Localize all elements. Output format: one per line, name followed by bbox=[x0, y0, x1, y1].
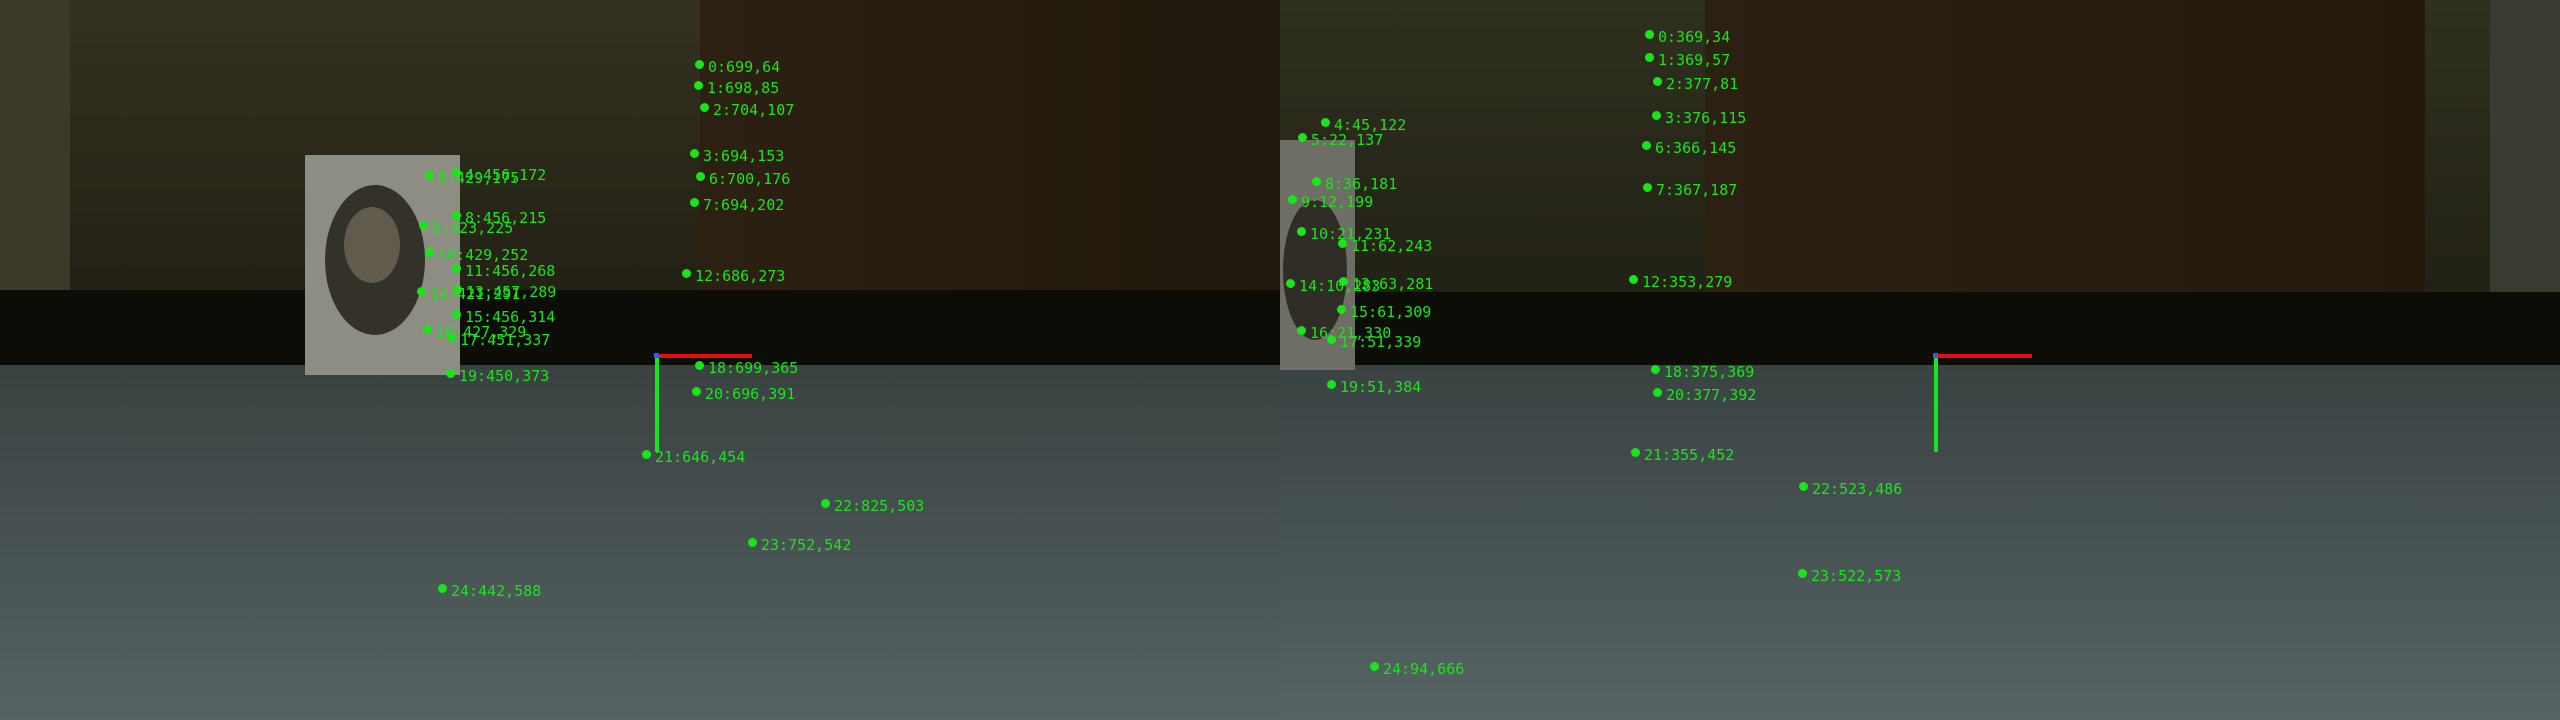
left-keypoint-dot bbox=[748, 538, 757, 547]
right-keypoint-label: 24:94,666 bbox=[1383, 660, 1465, 678]
right-keypoint-label: 2:377,81 bbox=[1666, 75, 1739, 93]
left-keypoint-dot bbox=[447, 333, 456, 342]
left-keypoint-label: 24:442,588 bbox=[451, 582, 542, 600]
right-keypoint-dot bbox=[1337, 305, 1346, 314]
right-keypoint-dot bbox=[1653, 388, 1662, 397]
right-keypoint-label: 23:522,573 bbox=[1811, 567, 1902, 585]
right-keypoint-dot bbox=[1312, 177, 1321, 186]
right-keypoint-dot bbox=[1327, 335, 1336, 344]
right-keypoint-dot bbox=[1298, 133, 1307, 142]
left-keypoint-label: 22:825,503 bbox=[834, 497, 925, 515]
left-keypoint-dot bbox=[423, 325, 432, 334]
right-keypoint-label: 0:369,34 bbox=[1658, 28, 1731, 46]
right-keypoint-dot bbox=[1327, 380, 1336, 389]
left-keypoint-dot bbox=[696, 172, 705, 181]
right-keypoint-label: 5:22,137 bbox=[1311, 131, 1384, 149]
left-keypoint-label: 7:694,202 bbox=[703, 196, 785, 214]
left-keypoint-label: 19:450,373 bbox=[459, 367, 550, 385]
left-keypoint-dot bbox=[425, 248, 434, 257]
left-keypoint-dot bbox=[690, 198, 699, 207]
left-keypoint-dot bbox=[417, 287, 426, 296]
right-keypoint-label: 14:10,283 bbox=[1299, 277, 1381, 295]
right-keypoint-label: 7:367,187 bbox=[1656, 181, 1738, 199]
left-keypoint-label: 6:700,176 bbox=[709, 170, 791, 188]
left-keypoint-label: 2:704,107 bbox=[713, 101, 795, 119]
left-keypoint-label: 5:429,175 bbox=[438, 169, 520, 187]
right-keypoint-dot bbox=[1645, 30, 1654, 39]
right-keypoint-dot bbox=[1321, 118, 1330, 127]
right-keypoint-label: 1:369,57 bbox=[1658, 51, 1731, 69]
right-keypoint-label: 9:12,199 bbox=[1301, 193, 1374, 211]
left-keypoint-dot bbox=[642, 450, 651, 459]
right-keypoint-dot bbox=[1631, 448, 1640, 457]
left-keypoint-layer: 0:699,64 1:698,85 2:704,107 3:694,153 4:456,… bbox=[0, 0, 1280, 720]
right-keypoint-dot bbox=[1297, 326, 1306, 335]
left-keypoint-dot bbox=[419, 221, 428, 230]
right-keypoint-dot bbox=[1798, 569, 1807, 578]
left-keypoint-dot bbox=[425, 171, 434, 180]
left-keypoint-dot bbox=[452, 310, 461, 319]
right-keypoint-label: 8:36,181 bbox=[1325, 175, 1398, 193]
left-keypoint-label: 12:686,273 bbox=[695, 267, 786, 285]
left-keypoint-dot bbox=[690, 149, 699, 158]
right-keypoint-label: 17:51,339 bbox=[1340, 333, 1422, 351]
left-keypoint-dot bbox=[438, 584, 447, 593]
left-keypoint-label: 0:699,64 bbox=[708, 58, 781, 76]
right-keypoint-label: 3:376,115 bbox=[1665, 109, 1747, 127]
left-keypoint-dot bbox=[692, 387, 701, 396]
left-keypoint-dot bbox=[695, 60, 704, 69]
left-keypoint-dot bbox=[682, 269, 691, 278]
left-keypoint-dot bbox=[446, 369, 455, 378]
right-keypoint-dot bbox=[1799, 482, 1808, 491]
left-keypoint-dot bbox=[700, 103, 709, 112]
right-keypoint-dot bbox=[1286, 279, 1295, 288]
left-keypoint-label: 21:646,454 bbox=[655, 448, 746, 466]
right-keypoint-label: 22:523,486 bbox=[1812, 480, 1903, 498]
left-camera-view: 0:699,64 1:698,85 2:704,107 3:694,153 4:456,… bbox=[0, 0, 1280, 720]
left-keypoint-label: 14:421,291 bbox=[430, 285, 521, 303]
right-keypoint-dot bbox=[1642, 141, 1651, 150]
stereo-keypoint-viewer: 0:699,64 1:698,85 2:704,107 3:694,153 4:456,… bbox=[0, 0, 2560, 720]
right-keypoint-label: 20:377,392 bbox=[1666, 386, 1757, 404]
right-camera-view: 0:369,34 1:369,57 2:377,81 3:376,115 4:45,12… bbox=[1280, 0, 2560, 720]
left-keypoint-label: 17:451,337 bbox=[460, 331, 551, 349]
right-keypoint-dot bbox=[1370, 662, 1379, 671]
right-keypoint-dot bbox=[1643, 183, 1652, 192]
left-keypoint-label: 23:752,542 bbox=[761, 536, 852, 554]
right-keypoint-dot bbox=[1651, 365, 1660, 374]
right-keypoint-label: 15:61,309 bbox=[1350, 303, 1432, 321]
left-keypoint-dot bbox=[694, 81, 703, 90]
left-keypoint-dot bbox=[821, 499, 830, 508]
left-keypoint-label: 10:429,252 bbox=[438, 246, 529, 264]
right-keypoint-dot bbox=[1297, 227, 1306, 236]
right-keypoint-layer: 0:369,34 1:369,57 2:377,81 3:376,115 4:45,12… bbox=[1280, 0, 2560, 720]
left-keypoint-label: 1:698,85 bbox=[707, 79, 780, 97]
right-keypoint-dot bbox=[1288, 195, 1297, 204]
right-keypoint-label: 19:51,384 bbox=[1340, 378, 1422, 396]
left-keypoint-label: 20:696,391 bbox=[705, 385, 796, 403]
right-keypoint-label: 21:355,452 bbox=[1644, 446, 1735, 464]
right-keypoint-label: 11:62,243 bbox=[1351, 237, 1433, 255]
right-keypoint-dot bbox=[1645, 53, 1654, 62]
left-keypoint-dot bbox=[452, 264, 461, 273]
left-keypoint-label: 11:456,268 bbox=[465, 262, 556, 280]
right-keypoint-label: 18:375,369 bbox=[1664, 363, 1755, 381]
right-keypoint-dot bbox=[1338, 239, 1347, 248]
right-keypoint-dot bbox=[1653, 77, 1662, 86]
right-keypoint-label: 6:366,145 bbox=[1655, 139, 1737, 157]
right-keypoint-dot bbox=[1652, 111, 1661, 120]
right-keypoint-label: 12:353,279 bbox=[1642, 273, 1733, 291]
left-keypoint-label: 18:699,365 bbox=[708, 359, 799, 377]
left-keypoint-label: 9:423,225 bbox=[432, 219, 514, 237]
left-keypoint-label: 3:694,153 bbox=[703, 147, 785, 165]
left-keypoint-dot bbox=[695, 361, 704, 370]
right-keypoint-dot bbox=[1629, 275, 1638, 284]
